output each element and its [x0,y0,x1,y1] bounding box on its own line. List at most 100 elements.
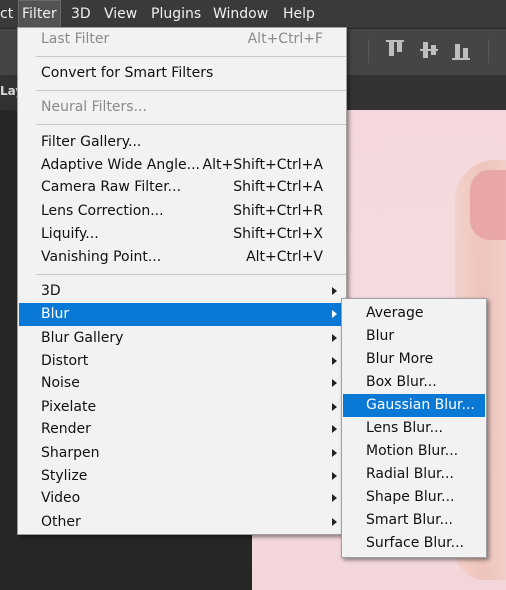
menu-item-shortcut: Shift+Ctrl+R [233,203,323,219]
menu-item-blur-more[interactable]: Blur More [343,348,485,371]
menu-item-sharpen[interactable]: Sharpen [19,442,345,465]
menu-item-label: Neural Filters... [41,99,147,115]
menu-item-label: Lens Correction... [41,203,164,219]
submenu-arrow-icon [332,334,337,342]
menu-item-label: Smart Blur... [366,512,453,528]
menu-item-last-filter[interactable]: Last Filter Alt+Ctrl+F [19,28,345,51]
menu-item-motion-blur[interactable]: Motion Blur... [343,440,485,463]
menu-item-surface-blur[interactable]: Surface Blur... [343,532,485,555]
menu-plugins[interactable]: Plugins [147,0,205,28]
menu-item-label: Blur More [366,351,434,367]
submenu-arrow-icon [332,403,337,411]
photo-shoe-detail [470,170,506,240]
menu-item-shortcut: Alt+Ctrl+F [247,31,323,47]
blur-submenu: Average Blur Blur More Box Blur... Gauss… [341,298,487,558]
menu-item-label: Blur [366,328,395,344]
menu-separator [36,90,346,91]
menu-item-label: Shape Blur... [366,489,455,505]
menu-item-label: Sharpen [41,445,100,461]
menu-item-pixelate[interactable]: Pixelate [19,396,345,419]
menu-window-label: Window [213,6,269,22]
menu-item-label: Blur Gallery [41,330,124,346]
menu-select[interactable]: ct [0,0,17,28]
menu-item-blur-gallery[interactable]: Blur Gallery [19,327,345,350]
menu-item-lens-correction[interactable]: Lens Correction... Shift+Ctrl+R [19,200,345,223]
menu-item-label: Distort [41,353,89,369]
submenu-arrow-icon [332,425,337,433]
menu-item-label: Surface Blur... [366,535,464,551]
menu-item-radial-blur[interactable]: Radial Blur... [343,463,485,486]
align-bottom-edges-icon[interactable] [452,40,472,62]
menu-view[interactable]: View [100,0,141,28]
menu-item-liquify[interactable]: Liquify... Shift+Ctrl+X [19,223,345,246]
menu-item-label: Radial Blur... [366,466,454,482]
submenu-arrow-icon [332,449,337,457]
menu-item-blur-simple[interactable]: Blur [343,325,485,348]
menu-item-shape-blur[interactable]: Shape Blur... [343,486,485,509]
menu-item-box-blur[interactable]: Box Blur... [343,371,485,394]
menu-item-lens-blur[interactable]: Lens Blur... [343,417,485,440]
menu-item-label: Noise [41,375,80,391]
menu-item-shortcut: Alt+Shift+Ctrl+A [202,157,323,173]
menu-item-label: Filter Gallery... [41,134,142,150]
menu-separator [36,124,346,125]
menu-separator [36,274,346,275]
menu-item-shortcut: Shift+Ctrl+X [233,226,323,242]
submenu-arrow-icon [332,379,337,387]
menu-item-label: Average [366,305,424,321]
menu-item-convert-smart-filters[interactable]: Convert for Smart Filters [19,62,345,85]
menu-item-label: Blur [41,306,70,322]
menu-bar: ct Filter 3D View Plugins Window Help [0,0,506,29]
menu-item-smart-blur[interactable]: Smart Blur... [343,509,485,532]
menu-item-label: Camera Raw Filter... [41,179,182,195]
menu-item-label: Stylize [41,468,88,484]
filter-menu: Last Filter Alt+Ctrl+F Convert for Smart… [17,27,347,535]
menu-item-label: Pixelate [41,399,97,415]
menu-item-label: Lens Blur... [366,420,443,436]
menu-filter-label: Filter [22,6,57,22]
menu-item-neural-filters[interactable]: Neural Filters... [19,96,345,119]
menu-item-label: Vanishing Point... [41,249,162,265]
menu-item-adaptive-wide-angle[interactable]: Adaptive Wide Angle... Alt+Shift+Ctrl+A [19,154,345,177]
menu-window[interactable]: Window [209,0,272,28]
options-separator [368,39,369,63]
menu-3d[interactable]: 3D [67,0,95,28]
menu-separator [36,56,346,57]
submenu-arrow-icon [332,287,337,295]
menu-help[interactable]: Help [279,0,319,28]
menu-item-video[interactable]: Video [19,487,345,510]
menu-item-label: Last Filter [41,31,110,47]
menu-item-vanishing-point[interactable]: Vanishing Point... Alt+Ctrl+V [19,246,345,269]
menu-item-label: Other [41,514,81,530]
align-top-edges-icon[interactable] [386,40,406,62]
menu-item-blur[interactable]: Blur [19,303,345,326]
submenu-arrow-icon [332,357,337,365]
menu-item-render[interactable]: Render [19,418,345,441]
options-separator [488,39,489,63]
menu-item-other[interactable]: Other [19,511,345,534]
menu-item-stylize[interactable]: Stylize [19,465,345,488]
menu-view-label: View [104,6,138,22]
menu-item-distort[interactable]: Distort [19,350,345,373]
menu-item-label: Motion Blur... [366,443,459,459]
submenu-arrow-icon [332,494,337,502]
menu-item-filter-gallery[interactable]: Filter Gallery... [19,131,345,154]
menu-item-shortcut: Alt+Ctrl+V [246,249,323,265]
menu-item-noise[interactable]: Noise [19,372,345,395]
menu-item-label: Render [41,421,91,437]
menu-item-label: Box Blur... [366,374,437,390]
align-vertical-centers-icon[interactable] [420,40,440,62]
submenu-arrow-icon [332,310,337,318]
menu-help-label: Help [283,6,315,22]
menu-select-label: ct [0,6,14,22]
submenu-arrow-icon [332,472,337,480]
menu-item-label: Liquify... [41,226,99,242]
menu-plugins-label: Plugins [151,6,202,22]
menu-item-camera-raw-filter[interactable]: Camera Raw Filter... Shift+Ctrl+A [19,176,345,199]
menu-item-label: Video [41,490,81,506]
menu-item-label: 3D [41,283,61,299]
menu-item-3d[interactable]: 3D [19,280,345,303]
menu-filter[interactable]: Filter [18,0,61,28]
menu-item-average[interactable]: Average [343,302,485,325]
menu-item-gaussian-blur[interactable]: Gaussian Blur... [343,394,485,417]
